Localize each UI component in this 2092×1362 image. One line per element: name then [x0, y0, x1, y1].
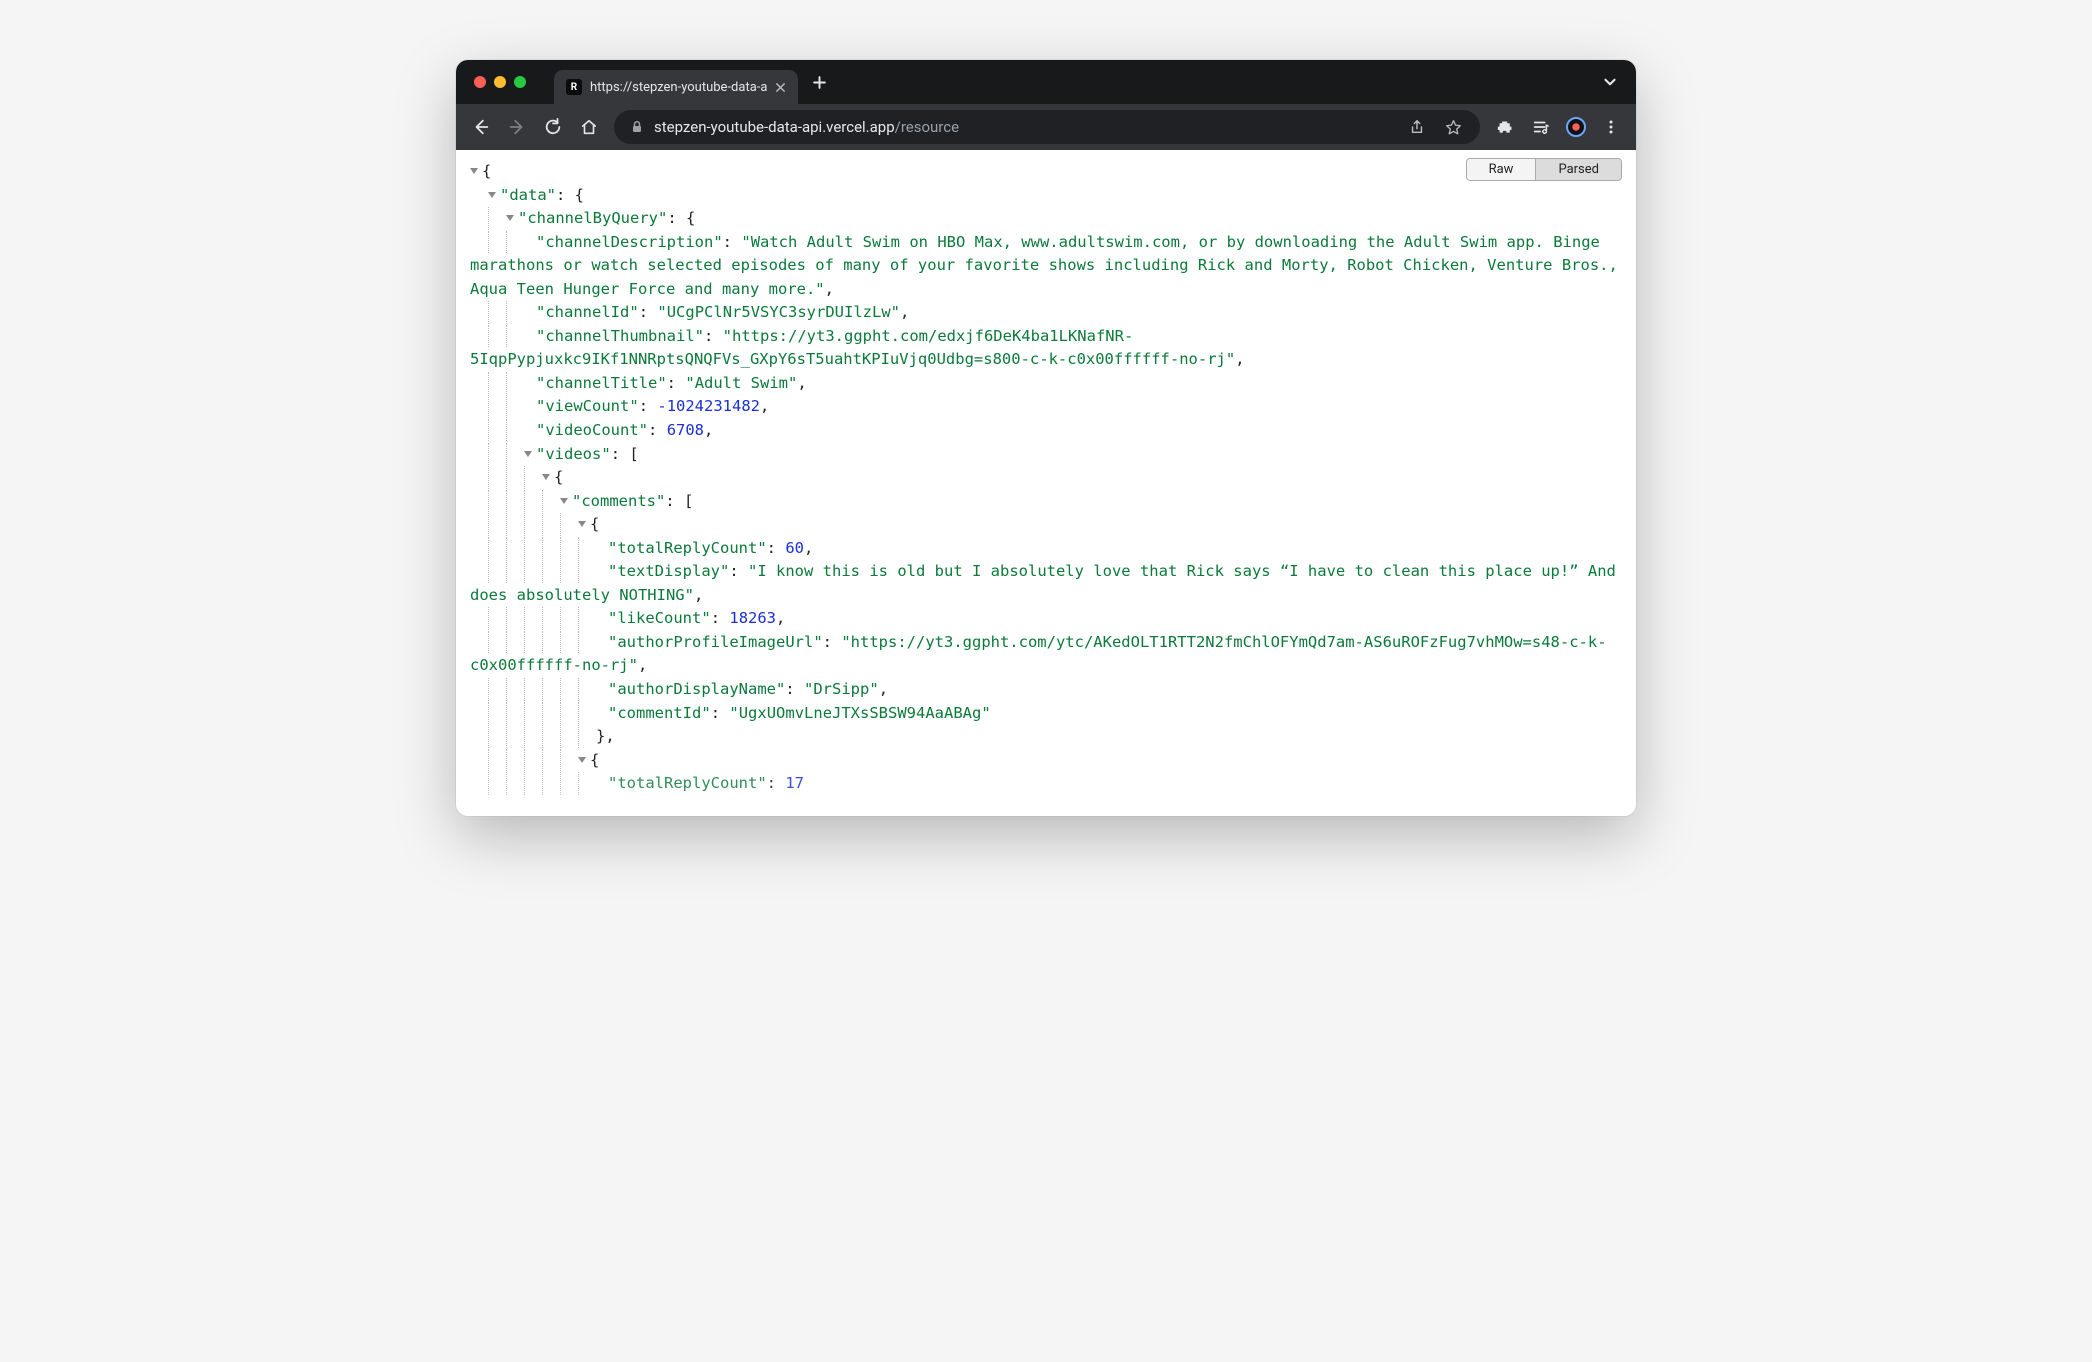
json-line[interactable]: "authorDisplayName": "DrSipp",	[470, 678, 1622, 702]
json-line[interactable]: "textDisplay": "I know this is old but I…	[470, 560, 1622, 607]
window-maximize-button[interactable]	[514, 76, 526, 88]
json-line[interactable]: "totalReplyCount": 60,	[470, 537, 1622, 561]
extensions-icon[interactable]	[1494, 116, 1516, 138]
json-line[interactable]: {	[470, 160, 1622, 184]
tab-close-icon[interactable]	[775, 82, 786, 93]
json-line[interactable]: "totalReplyCount": 17	[470, 772, 1622, 796]
forward-button[interactable]	[506, 116, 528, 138]
tab-overflow-icon[interactable]	[1602, 74, 1618, 90]
view-toggle-parsed[interactable]: Parsed	[1535, 159, 1621, 180]
json-line[interactable]: {	[470, 513, 1622, 537]
json-line[interactable]: "channelId": "UCgPClNr5VSYC3syrDUIlzLw",	[470, 301, 1622, 325]
window-close-button[interactable]	[474, 76, 486, 88]
json-line[interactable]: "channelThumbnail": "https://yt3.ggpht.c…	[470, 325, 1622, 372]
browser-toolbar: stepzen-youtube-data-api.vercel.app/reso…	[456, 104, 1636, 150]
json-line[interactable]: "commentId": "UgxUOmvLneJTXsSBSW94AaABAg…	[470, 702, 1622, 726]
view-toggle-raw[interactable]: Raw	[1467, 159, 1536, 180]
tab-favicon: R	[566, 79, 582, 95]
json-line[interactable]: "channelDescription": "Watch Adult Swim …	[470, 231, 1622, 302]
lock-icon	[630, 120, 644, 134]
json-line[interactable]: "viewCount": -1024231482,	[470, 395, 1622, 419]
home-button[interactable]	[578, 116, 600, 138]
json-line[interactable]: {	[470, 466, 1622, 490]
json-line[interactable]: "channelTitle": "Adult Swim",	[470, 372, 1622, 396]
address-bar[interactable]: stepzen-youtube-data-api.vercel.app/reso…	[614, 110, 1480, 144]
json-line[interactable]: {	[470, 749, 1622, 773]
browser-window: R https://stepzen-youtube-data-a	[456, 60, 1636, 816]
browser-tab[interactable]: R https://stepzen-youtube-data-a	[554, 70, 798, 104]
overflow-menu-icon[interactable]	[1600, 116, 1622, 138]
json-line[interactable]: "comments": [	[470, 490, 1622, 514]
window-titlebar: R https://stepzen-youtube-data-a	[456, 60, 1636, 104]
url-display: stepzen-youtube-data-api.vercel.app/reso…	[654, 118, 959, 136]
json-line[interactable]: "data": {	[470, 184, 1622, 208]
url-path: /resource	[895, 118, 959, 136]
tab-title: https://stepzen-youtube-data-a	[590, 80, 767, 95]
url-host: stepzen-youtube-data-api.vercel.app	[654, 118, 895, 136]
view-toggle: Raw Parsed	[1466, 158, 1622, 181]
page-content: Raw Parsed { "data": { "channelByQuery":…	[456, 150, 1636, 816]
json-line[interactable]: "channelByQuery": {	[470, 207, 1622, 231]
window-minimize-button[interactable]	[494, 76, 506, 88]
window-traffic-lights	[474, 76, 526, 88]
new-tab-button[interactable]	[812, 75, 827, 90]
share-icon[interactable]	[1406, 116, 1428, 138]
profile-avatar[interactable]	[1566, 117, 1586, 137]
bookmark-star-icon[interactable]	[1442, 116, 1464, 138]
json-line[interactable]: "likeCount": 18263,	[470, 607, 1622, 631]
json-line[interactable]: "authorProfileImageUrl": "https://yt3.gg…	[470, 631, 1622, 678]
playlist-icon[interactable]	[1530, 116, 1552, 138]
back-button[interactable]	[470, 116, 492, 138]
reload-button[interactable]	[542, 116, 564, 138]
json-line[interactable]: "videos": [	[470, 443, 1622, 467]
json-line[interactable]: },	[470, 725, 1622, 749]
json-viewer[interactable]: { "data": { "channelByQuery": { "channel…	[456, 150, 1636, 816]
json-line[interactable]: "videoCount": 6708,	[470, 419, 1622, 443]
